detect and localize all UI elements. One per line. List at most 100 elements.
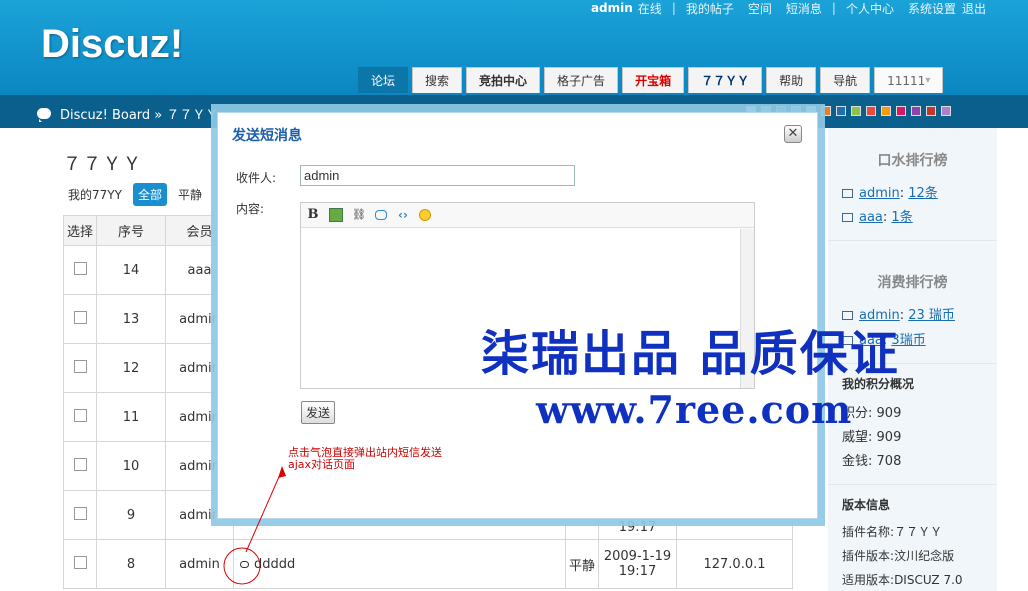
select-cell	[63, 441, 97, 491]
chatter-item: admin: 12条	[842, 182, 938, 201]
select-cell	[63, 245, 97, 295]
top-nav: admin 在线 | 我的帖子 空间 短消息 | 个人中心 系统设置 退出	[584, 0, 986, 16]
content-cell: ddddd	[233, 539, 566, 589]
select-cell	[63, 490, 97, 540]
chatter-user-link[interactable]: admin	[859, 186, 900, 201]
code-icon[interactable]: ‹›	[396, 208, 410, 222]
bold-icon[interactable]: B	[306, 208, 320, 222]
space-link[interactable]: 空间	[748, 0, 772, 17]
nav-tab-4[interactable]: 开宝箱	[622, 67, 685, 93]
image-icon[interactable]	[329, 208, 343, 222]
link-icon[interactable]: ⛓	[352, 208, 366, 222]
nav-tab-label: 竞拍中心	[479, 74, 528, 88]
spend-ranking-title: 消费排行榜	[877, 275, 948, 291]
points-label: 金钱	[842, 454, 869, 469]
number-cell: 9	[96, 490, 166, 540]
row-number: 9	[126, 507, 136, 523]
nav-tab-0[interactable]: 论坛	[358, 67, 409, 93]
nav-tab-3[interactable]: 格子广告	[544, 67, 619, 93]
version-item: 插件名称:７７ＹＹ	[842, 525, 943, 539]
top-nav-separator: |	[671, 1, 676, 15]
row-number: 10	[122, 458, 140, 474]
color-swatch[interactable]	[881, 106, 891, 116]
my-posts-link[interactable]: 我的帖子	[686, 0, 734, 17]
recipient-input[interactable]	[300, 165, 575, 186]
row-checkbox[interactable]	[73, 408, 87, 422]
chatter-item: aaa: 1条	[842, 206, 913, 225]
messages-link[interactable]: 短消息	[786, 0, 822, 17]
chatter-count[interactable]: 1条	[891, 210, 912, 225]
row-checkbox[interactable]	[73, 310, 87, 324]
nav-tab-1[interactable]: 搜索	[412, 67, 463, 93]
nav-tab-6[interactable]: 帮助	[766, 67, 817, 93]
nav-tab-label: 搜索	[425, 74, 450, 88]
points-item: 金钱: 708	[842, 454, 902, 469]
logout-link[interactable]: 退出	[962, 0, 986, 17]
nav-tab-7[interactable]: 导航	[820, 67, 871, 93]
close-icon: ✕	[787, 126, 799, 141]
discuz-logo[interactable]: Discuz!	[41, 22, 183, 67]
nav-tab-5[interactable]: ７７ＹＹ	[688, 67, 763, 93]
chatter-user-link[interactable]: aaa	[859, 210, 883, 225]
chevron-down-icon: ▾	[925, 75, 931, 86]
nav-tab-8[interactable]: 11111 ▾	[874, 67, 944, 93]
chatter-count[interactable]: 12条	[908, 186, 938, 201]
version-label: 插件版本	[842, 549, 891, 563]
row-checkbox[interactable]	[73, 261, 87, 275]
version-item: 适用版本:DISCUZ 7.0	[842, 573, 963, 587]
content-wrap: ddddd	[240, 557, 295, 572]
color-swatch[interactable]	[836, 106, 846, 116]
breadcrumb-text[interactable]: Discuz! Board » ７７ＹＹ	[60, 104, 218, 123]
spend-amount[interactable]: 23 瑞币	[908, 308, 955, 323]
row-checkbox[interactable]	[73, 506, 87, 520]
tab-my-77yy[interactable]: 我的77YY	[63, 183, 127, 206]
row-number: 11	[122, 409, 140, 425]
row-checkbox[interactable]	[73, 457, 87, 471]
select-cell	[63, 294, 97, 344]
watermark-slogan: 柒瑞出品 品质保证	[481, 326, 900, 382]
message-bubble-icon[interactable]	[240, 560, 249, 568]
mood-cell: 平静	[565, 539, 599, 589]
number-cell: 14	[96, 245, 166, 295]
row-mood: 平静	[568, 558, 595, 574]
sidebar-divider	[828, 484, 997, 485]
color-swatch[interactable]	[896, 106, 906, 116]
nav-tab-label: ７７ＹＹ	[701, 74, 750, 88]
settings-link[interactable]: 系统设置	[908, 0, 956, 17]
close-button[interactable]: ✕	[784, 125, 802, 143]
nav-tab-label: 论坛	[371, 74, 396, 88]
profile-link[interactable]: 个人中心	[846, 0, 894, 17]
points-label: 威望	[842, 430, 869, 445]
smile-icon[interactable]	[419, 209, 431, 221]
annotation-note: 点击气泡直接弹出站内短信发送 ajax对话页面	[288, 447, 442, 471]
chatter-ranking-title: 口水排行榜	[877, 153, 948, 169]
select-cell	[63, 539, 97, 589]
nav-tab-2[interactable]: 竞拍中心	[466, 67, 541, 93]
color-swatch[interactable]	[911, 106, 921, 116]
spend-user-link[interactable]: admin	[859, 308, 900, 323]
content-label: 内容:	[236, 202, 265, 216]
watermark-url: www.7ree.com	[536, 387, 853, 432]
row-member[interactable]: aaa	[188, 263, 212, 278]
points-value: 909	[876, 430, 902, 445]
color-swatch[interactable]	[866, 106, 876, 116]
row-member[interactable]: admin	[179, 557, 220, 572]
tab-calm[interactable]: 平静	[173, 183, 207, 206]
row-checkbox[interactable]	[73, 555, 87, 569]
color-swatch[interactable]	[851, 106, 861, 116]
tab-all[interactable]: 全部	[132, 183, 167, 206]
select-cell	[63, 343, 97, 393]
nav-tab-label: 11111	[887, 73, 926, 88]
color-swatch[interactable]	[941, 106, 951, 116]
version-value: DISCUZ 7.0	[894, 573, 963, 587]
row-checkbox[interactable]	[73, 359, 87, 373]
row-date: 2009-1-19	[603, 549, 672, 564]
quote-icon[interactable]	[375, 210, 387, 220]
table-row: 8 admin ddddd 平静 2009-1-19 19:17 127.0.0.1	[63, 539, 793, 589]
points-value: 708	[876, 454, 902, 469]
username-link[interactable]: admin	[591, 1, 633, 15]
send-button[interactable]: 发送	[301, 401, 336, 424]
color-swatch[interactable]	[926, 106, 936, 116]
version-label: 适用版本	[842, 573, 891, 587]
rank-icon	[842, 311, 853, 320]
